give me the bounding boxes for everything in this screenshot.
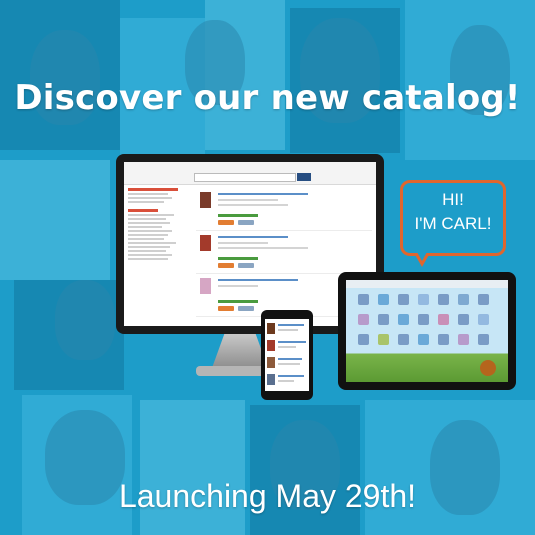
- app-icon: [458, 334, 469, 345]
- catalog-header: [124, 162, 376, 185]
- catalog-search-box: [194, 173, 296, 182]
- monitor-stand: [212, 334, 268, 368]
- app-icon: [418, 314, 429, 325]
- place-hold-button: [218, 306, 234, 311]
- place-hold-button: [218, 263, 234, 268]
- poster: Discover our new catalog! HI! I'M CARL!: [0, 0, 535, 535]
- book-cover: [200, 278, 211, 294]
- app-icon: [398, 334, 409, 345]
- speech-bubble-text: HI! I'M CARL!: [400, 188, 506, 236]
- smartphone: [261, 310, 313, 400]
- app-icon: [418, 334, 429, 345]
- book-cover: [200, 235, 211, 251]
- headline-bottom: Launching May 29th!: [118, 478, 417, 514]
- result-item: [196, 188, 372, 231]
- portrait-face: [55, 280, 115, 360]
- app-icon: [458, 294, 469, 305]
- catalog-search-button: [297, 173, 311, 181]
- app-icon: [438, 334, 449, 345]
- phone-result-item: [267, 321, 307, 336]
- book-cover: [200, 192, 211, 208]
- availability-status: [218, 214, 258, 217]
- collage-tile: [0, 160, 110, 280]
- tablet: [338, 272, 516, 390]
- add-to-list-button: [238, 263, 254, 268]
- app-icon: [378, 334, 389, 345]
- phone-result-item: [267, 355, 307, 370]
- phone-result-item: [267, 338, 307, 353]
- phone-screen: [265, 319, 309, 391]
- catalog-facets-sidebar: [128, 188, 192, 324]
- app-icon: [358, 334, 369, 345]
- app-icon: [398, 314, 409, 325]
- speech-line-2: I'M CARL!: [414, 214, 492, 233]
- app-icon: [438, 314, 449, 325]
- add-to-list-button: [238, 220, 254, 225]
- teddy-bear-icon: [480, 360, 496, 376]
- tablet-search-bar: [346, 280, 508, 288]
- app-icon: [398, 294, 409, 305]
- app-icon: [358, 294, 369, 305]
- app-icon: [358, 314, 369, 325]
- app-icon: [478, 294, 489, 305]
- place-hold-button: [218, 220, 234, 225]
- app-icon: [478, 334, 489, 345]
- phone-result-item: [267, 372, 307, 387]
- availability-status: [218, 300, 258, 303]
- speech-line-1: HI!: [442, 190, 464, 209]
- app-icon: [378, 314, 389, 325]
- app-icon: [438, 294, 449, 305]
- add-to-list-button: [238, 306, 254, 311]
- headline-top: Discover our new catalog!: [14, 78, 521, 118]
- app-icon: [378, 294, 389, 305]
- app-icon: [458, 314, 469, 325]
- result-item: [196, 231, 372, 274]
- speech-bubble-tail-inner: [417, 252, 427, 261]
- tablet-screen: [346, 280, 508, 382]
- app-icon: [478, 314, 489, 325]
- app-icon: [418, 294, 429, 305]
- availability-status: [218, 257, 258, 260]
